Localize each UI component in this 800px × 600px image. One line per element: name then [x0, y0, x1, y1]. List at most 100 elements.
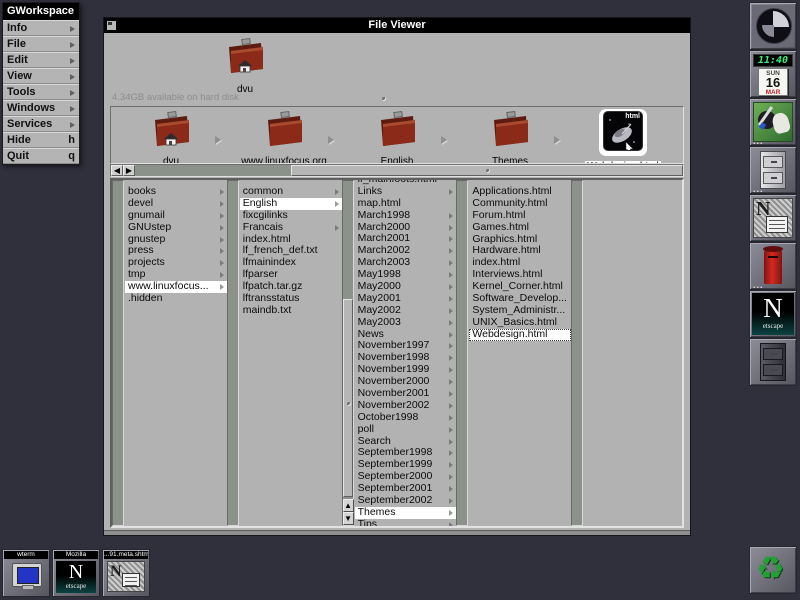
window-titlebar[interactable]: File Viewer: [104, 18, 690, 33]
browser-item-may2001[interactable]: May2001: [355, 293, 457, 305]
shelf-item-themes[interactable]: Themes: [465, 109, 555, 164]
browser-item-september2002[interactable]: September2002: [355, 495, 457, 507]
browser-item-tmp[interactable]: tmp: [125, 269, 227, 281]
browser-item-press[interactable]: press: [125, 245, 227, 257]
current-folder[interactable]: dvu: [200, 38, 290, 95]
browser-item-march2002[interactable]: March2002: [355, 245, 457, 257]
scroll-left-button[interactable]: ◀: [111, 165, 123, 176]
browser-item-september2000[interactable]: September2000: [355, 471, 457, 483]
browser-item-news[interactable]: News: [355, 329, 457, 341]
browser-item-links[interactable]: Links: [355, 186, 457, 198]
scroll-down-button[interactable]: ▼: [343, 512, 354, 525]
dock-tile-recycler[interactable]: ♻: [749, 546, 797, 594]
scroll-up-button[interactable]: ▲: [343, 499, 354, 512]
dock-tile-paint-app[interactable]: [749, 98, 797, 146]
miniwindow-91-meta-shtml[interactable]: ...91.meta.shtmlN: [102, 549, 150, 597]
browser-item-map-html[interactable]: map.html: [355, 198, 457, 210]
browser-item-search[interactable]: Search: [355, 436, 457, 448]
dock-tile-netscape[interactable]: Netscape: [749, 290, 797, 338]
dock-tile-clock-calendar[interactable]: 11:40SUN16MAR: [749, 50, 797, 98]
shelf-horizontal-scrollbar[interactable]: ◀ ▶: [110, 164, 684, 177]
menu-item-quit[interactable]: Quitq: [3, 148, 79, 164]
browser-item-francais[interactable]: Francais: [240, 222, 342, 234]
browser-item-webdesign-html[interactable]: Webdesign.html: [469, 329, 571, 341]
browser-item-index-html[interactable]: index.html: [240, 234, 342, 246]
browser-item-lf-french-def-txt[interactable]: lf_french_def.txt: [240, 245, 342, 257]
browser-item-tips[interactable]: Tips: [355, 519, 457, 526]
dock-tile-postbox[interactable]: [749, 242, 797, 290]
browser-item-september1998[interactable]: September1998: [355, 447, 457, 459]
browser-item-march2003[interactable]: March2003: [355, 257, 457, 269]
browser-item-forum-html[interactable]: Forum.html: [469, 210, 571, 222]
browser-item-october1998[interactable]: October1998: [355, 412, 457, 424]
scrollbar-knob[interactable]: [291, 165, 683, 176]
browser-item-gnustep[interactable]: gnustep: [125, 234, 227, 246]
menu-item-tools[interactable]: Tools: [3, 84, 79, 100]
menu-item-info[interactable]: Info: [3, 20, 79, 36]
browser-item-september2001[interactable]: September2001: [355, 483, 457, 495]
browser-item-november2000[interactable]: November2000: [355, 376, 457, 388]
menu-title[interactable]: GWorkspace: [3, 3, 79, 20]
browser-item-september1999[interactable]: September1999: [355, 459, 457, 471]
menu-item-services[interactable]: Services: [3, 116, 79, 132]
browser-item-english[interactable]: English: [240, 198, 342, 210]
browser-item-november1997[interactable]: November1997: [355, 340, 457, 352]
browser-item-common[interactable]: common: [240, 186, 342, 198]
browser-item-march1998[interactable]: March1998: [355, 210, 457, 222]
browser-item-hardware-html[interactable]: Hardware.html: [469, 245, 571, 257]
pane-resize-handle[interactable]: [382, 97, 386, 101]
dock-tile-gnustep-sphere[interactable]: [749, 2, 797, 50]
menu-item-hide[interactable]: Hideh: [3, 132, 79, 148]
browser-item-books[interactable]: books: [125, 186, 227, 198]
menu-item-file[interactable]: File: [3, 36, 79, 52]
dock-tile-server-cabinet[interactable]: [749, 338, 797, 386]
browser-item-gnumail[interactable]: gnumail: [125, 210, 227, 222]
menu-item-windows[interactable]: Windows: [3, 100, 79, 116]
column-scrollbar[interactable]: [112, 180, 124, 526]
shelf-item-webdesign-html[interactable]: htmlWebdesign.html: [578, 109, 668, 164]
browser-item-may2000[interactable]: May2000: [355, 281, 457, 293]
browser-item-maindb-txt[interactable]: maindb.txt: [240, 305, 342, 317]
browser-item-games-html[interactable]: Games.html: [469, 222, 571, 234]
scroll-right-button[interactable]: ▶: [123, 165, 135, 176]
browser-item-poll[interactable]: poll: [355, 424, 457, 436]
browser-item-applications-html[interactable]: Applications.html: [469, 186, 571, 198]
browser-item-lfpatch-tar-gz[interactable]: lfpatch.tar.gz: [240, 281, 342, 293]
miniwindow-wterm[interactable]: wterm: [2, 549, 50, 597]
column-scrollbar[interactable]: [571, 180, 583, 526]
column-scrollbar[interactable]: [227, 180, 239, 526]
browser-item-lfparser[interactable]: lfparser: [240, 269, 342, 281]
browser-item-system-administr[interactable]: System_Administr...: [469, 305, 571, 317]
browser-item-may1998[interactable]: May1998: [355, 269, 457, 281]
browser-item-november2001[interactable]: November2001: [355, 388, 457, 400]
browser-item-lfmainindex[interactable]: lfmainindex: [240, 257, 342, 269]
dock-tile-file-cabinet[interactable]: [749, 146, 797, 194]
browser-item-november2002[interactable]: November2002: [355, 400, 457, 412]
browser-item-may2003[interactable]: May2003: [355, 317, 457, 329]
browser-item-devel[interactable]: devel: [125, 198, 227, 210]
shelf-item-dvu[interactable]: dvu: [126, 109, 216, 164]
column-scrollbar[interactable]: ▲▼: [342, 180, 354, 526]
browser-item-index-html[interactable]: index.html: [469, 257, 571, 269]
browser-item-november1999[interactable]: November1999: [355, 364, 457, 376]
window-resize-bar[interactable]: [104, 530, 690, 535]
browser-item-unix-basics-html[interactable]: UNIX_Basics.html: [469, 317, 571, 329]
browser-item-gnustep[interactable]: GNUstep: [125, 222, 227, 234]
shelf-item-english[interactable]: English: [352, 109, 442, 164]
column-scrollbar[interactable]: [456, 180, 468, 526]
browser-item-kernel-corner-html[interactable]: Kernel_Corner.html: [469, 281, 571, 293]
browser-item-march2000[interactable]: March2000: [355, 222, 457, 234]
browser-item-november1998[interactable]: November1998: [355, 352, 457, 364]
browser-item-graphics-html[interactable]: Graphics.html: [469, 234, 571, 246]
browser-item-march2001[interactable]: March2001: [355, 233, 457, 245]
miniwindow-mozilla[interactable]: MozillaNetscape: [52, 549, 100, 597]
browser-item-software-develop[interactable]: Software_Develop...: [469, 293, 571, 305]
browser-item-themes[interactable]: Themes: [355, 507, 457, 519]
menu-item-edit[interactable]: Edit: [3, 52, 79, 68]
browser-item-fixcgilinks[interactable]: fixcgilinks: [240, 210, 342, 222]
browser-item-community-html[interactable]: Community.html: [469, 198, 571, 210]
browser-item-lftransstatus[interactable]: lftransstatus: [240, 293, 342, 305]
browser-item-projects[interactable]: projects: [125, 257, 227, 269]
browser-item-interviews-html[interactable]: Interviews.html: [469, 269, 571, 281]
menu-item-view[interactable]: View: [3, 68, 79, 84]
